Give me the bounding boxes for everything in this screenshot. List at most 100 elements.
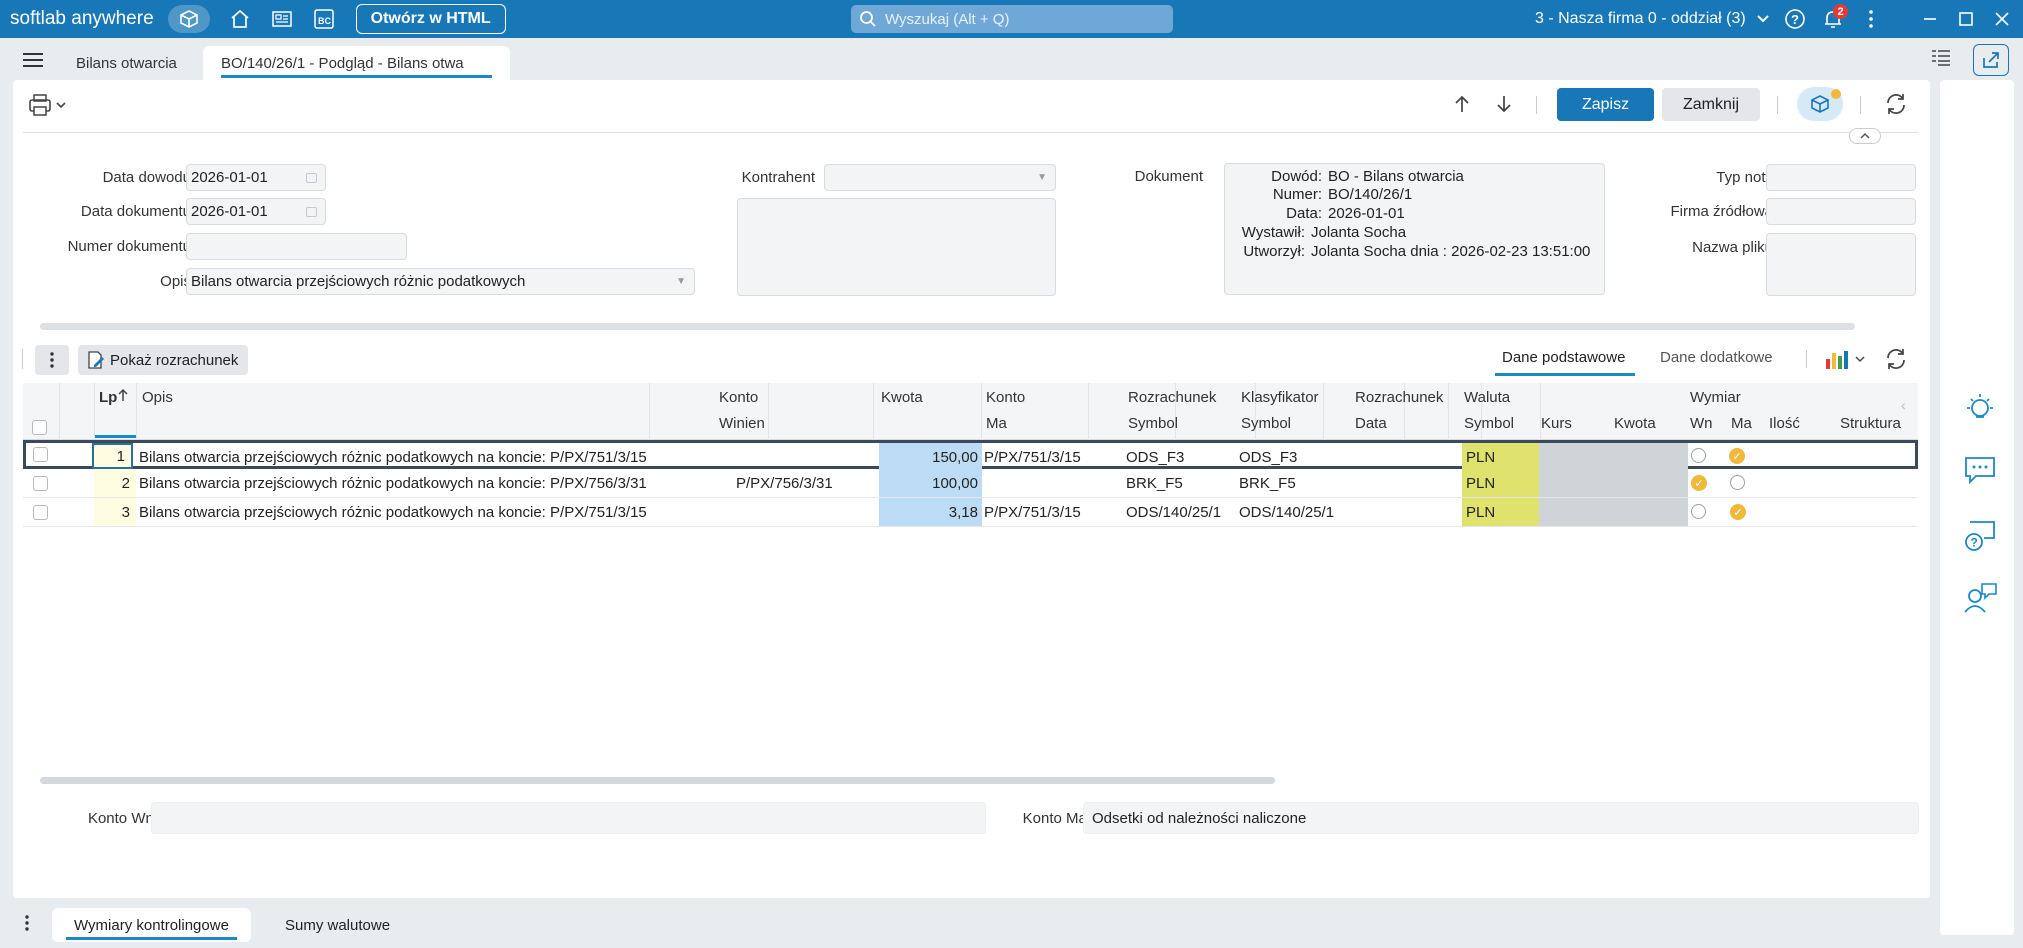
close-button[interactable]: Zamknij — [1662, 88, 1760, 121]
row-checkbox[interactable] — [33, 476, 48, 491]
cell-rozrachunek[interactable]: ODS/140/25/1 — [1126, 498, 1236, 526]
ma-check-icon[interactable]: ✓ — [1729, 448, 1745, 464]
cell-kwota[interactable]: 150,00 — [879, 443, 982, 471]
wn-radio[interactable] — [1691, 504, 1706, 519]
cell-ma[interactable]: P/PX/751/3/15 — [984, 498, 1104, 526]
home-icon[interactable] — [228, 7, 252, 31]
col-kwota[interactable]: Kwota — [881, 389, 923, 406]
bc-icon[interactable]: BC — [312, 7, 336, 31]
lightbulb-icon[interactable] — [1962, 390, 1998, 426]
data-dokumentu-field[interactable]: 2026-01-01 — [186, 198, 326, 225]
news-icon[interactable] — [270, 7, 294, 31]
grid-refresh-icon[interactable] — [1884, 347, 1908, 376]
cell-waluta[interactable]: PLN — [1462, 443, 1539, 471]
cell-lp[interactable]: 1 — [92, 443, 133, 469]
more-vertical-icon[interactable] — [1859, 7, 1883, 31]
menu-icon[interactable] — [22, 52, 44, 68]
bottom-more-icon[interactable] — [24, 914, 30, 937]
select-all-checkbox[interactable] — [32, 420, 47, 435]
table-row[interactable]: 1 Bilans otwarcia przejściowych różnic p… — [23, 440, 1918, 471]
open-html-button[interactable]: Otwórz w HTML — [355, 4, 506, 34]
cell-ma[interactable] — [984, 469, 1104, 497]
help-chat-icon[interactable]: ? — [1962, 518, 1998, 554]
cell-rozrachunek[interactable]: BRK_F5 — [1126, 469, 1236, 497]
col-waluta[interactable]: Waluta — [1464, 389, 1510, 406]
wn-check-icon[interactable]: ✓ — [1691, 475, 1707, 491]
search-box[interactable] — [851, 5, 1173, 33]
cell-lp[interactable]: 3 — [94, 498, 136, 526]
cell-kwota[interactable]: 100,00 — [879, 469, 982, 497]
cell-winien[interactable]: P/PX/756/3/31 — [736, 469, 854, 497]
col-klasyfikator[interactable]: Klasyfikator — [1241, 389, 1319, 406]
show-settlement-button[interactable]: Pokaż rozrachunek — [78, 345, 249, 375]
save-button[interactable]: Zapisz — [1557, 88, 1654, 121]
table-row[interactable]: 2 Bilans otwarcia przejściowych różnic p… — [23, 469, 1918, 498]
grid-more-icon[interactable] — [35, 345, 69, 375]
cell-kwota[interactable]: 3,18 — [879, 498, 982, 526]
col-wymiar[interactable]: Wymiar — [1690, 389, 1741, 406]
refresh-icon[interactable] — [1884, 92, 1908, 121]
chat-icon[interactable] — [1962, 452, 1998, 488]
consultant-icon[interactable] — [1962, 580, 1998, 616]
bell-icon[interactable]: 2 — [1821, 4, 1848, 31]
cube-toggle-icon[interactable] — [1797, 87, 1843, 121]
arrow-up-icon[interactable] — [1453, 94, 1471, 119]
cell-klasyfikator[interactable]: ODS/140/25/1 — [1239, 498, 1349, 526]
data-dowodu-field[interactable]: 2026-01-01 — [186, 164, 326, 191]
col-rozrachunek[interactable]: Rozrachunek — [1128, 389, 1216, 406]
print-icon[interactable] — [27, 92, 67, 123]
cell-winien[interactable] — [716, 443, 834, 471]
grid-scrollbar[interactable] — [40, 777, 1275, 784]
chart-icon[interactable] — [1824, 349, 1868, 376]
cell-opis[interactable]: Bilans otwarcia przejściowych różnic pod… — [139, 469, 649, 497]
tab-wymiary-kontrolingowe[interactable]: Wymiary kontrolingowe — [52, 908, 251, 942]
col-konto-ma[interactable]: Konto — [986, 389, 1025, 406]
cell-rozrachunek[interactable]: ODS_F3 — [1126, 443, 1236, 471]
tab-bilans-otwarcia[interactable]: Bilans otwarcia — [76, 46, 177, 80]
opis-field[interactable]: Bilans otwarcia przejściowych różnic pod… — [186, 268, 695, 295]
cell-ma[interactable]: P/PX/751/3/15 — [984, 443, 1104, 471]
tab-dane-dodatkowe[interactable]: Dane dodatkowe — [1660, 349, 1773, 366]
tab-sumy-walutowe[interactable]: Sumy walutowe — [285, 908, 390, 942]
form-scrollbar[interactable] — [40, 323, 1855, 330]
cell-waluta[interactable]: PLN — [1462, 469, 1539, 497]
nazwa-pliku-field[interactable] — [1766, 233, 1916, 296]
cell-opis[interactable]: Bilans otwarcia przejściowych różnic pod… — [139, 443, 649, 471]
cell-klasyfikator[interactable]: BRK_F5 — [1239, 469, 1349, 497]
col-konto-winien[interactable]: Konto — [719, 389, 758, 406]
maximize-icon[interactable] — [1954, 7, 1978, 31]
minimize-icon[interactable] — [1918, 7, 1942, 31]
collapse-icon[interactable] — [1849, 128, 1881, 144]
cell-winien[interactable] — [736, 498, 854, 526]
col-rozrachunek-data[interactable]: Rozrachunek — [1355, 389, 1443, 406]
ma-radio[interactable] — [1730, 475, 1745, 490]
cell-opis[interactable]: Bilans otwarcia przejściowych różnic pod… — [139, 498, 649, 526]
typ-noty-field[interactable] — [1766, 164, 1916, 191]
calendar-icon[interactable] — [306, 173, 317, 183]
company-selector[interactable]: 3 - Nasza firma 0 - oddział (3) — [1535, 0, 1770, 38]
numer-dokumentu-field[interactable] — [186, 233, 407, 260]
cell-lp[interactable]: 2 — [94, 469, 136, 497]
close-icon[interactable] — [1990, 7, 2014, 31]
arrow-down-icon[interactable] — [1495, 94, 1513, 119]
help-icon[interactable]: ? — [1783, 7, 1807, 31]
tab-dane-podstawowe[interactable]: Dane podstawowe — [1502, 349, 1625, 366]
row-checkbox[interactable] — [33, 447, 48, 462]
cell-klasyfikator[interactable]: ODS_F3 — [1239, 443, 1349, 471]
search-input[interactable] — [885, 10, 1155, 28]
firma-zrodlowa-field[interactable] — [1766, 198, 1916, 225]
sidebar-list-icon[interactable] — [1931, 49, 1951, 72]
row-checkbox[interactable] — [33, 505, 48, 520]
share-icon[interactable] — [1973, 44, 2009, 76]
cell-waluta[interactable]: PLN — [1462, 498, 1539, 526]
scroll-left-icon[interactable]: ‹ — [1901, 397, 1906, 413]
ma-check-icon[interactable]: ✓ — [1730, 504, 1746, 520]
kontrahent-select[interactable]: ▼ — [824, 164, 1056, 191]
col-lp[interactable]: Lp — [99, 389, 117, 406]
tab-document-preview[interactable]: BO/140/26/1 - Podgląd - Bilans otwa — [203, 46, 510, 80]
cube-icon[interactable] — [167, 5, 210, 33]
wn-radio[interactable] — [1691, 448, 1706, 463]
col-opis[interactable]: Opis — [142, 389, 173, 406]
calendar-icon[interactable] — [306, 207, 317, 217]
table-row[interactable]: 3 Bilans otwarcia przejściowych różnic p… — [23, 498, 1918, 527]
